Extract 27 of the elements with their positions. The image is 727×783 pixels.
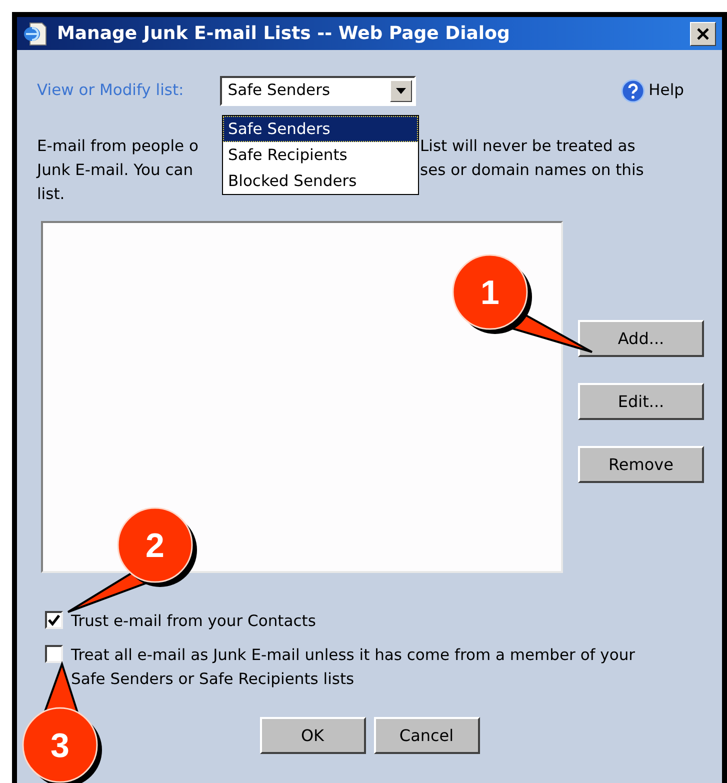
help-icon[interactable] (620, 79, 645, 103)
list-action-button[interactable]: Edit... (578, 383, 704, 420)
window-title: Manage Junk E-mail Lists -- Web Page Dialog (57, 22, 511, 46)
description-text: list. (37, 184, 65, 205)
dropdown-option[interactable]: Safe Recipients (223, 142, 418, 168)
list-action-button[interactable]: Add... (578, 320, 704, 357)
checkbox-label[interactable]: Treat all e-mail as Junk E-mail unless it has come from a member of your Safe Senders or Safe Recipients lists (71, 643, 666, 691)
dropdown-list[interactable]: Safe Senders Safe Recipients Blocked Senders (222, 115, 419, 195)
list-dropdown[interactable]: Safe Senders (220, 76, 416, 106)
browser-page-icon (23, 20, 49, 46)
close-icon (696, 26, 710, 40)
description-text: Junk E-mail. You can (37, 160, 194, 181)
description-text: ses or domain names on this (420, 160, 644, 181)
list-label: View or Modify list: (37, 80, 184, 102)
address-list[interactable] (41, 221, 563, 573)
dropdown-option[interactable]: Safe Senders (223, 116, 418, 142)
description-text: E-mail from people o (37, 136, 198, 157)
checkbox[interactable] (45, 645, 63, 663)
checkbox[interactable] (45, 611, 63, 629)
checkbox-label[interactable]: Trust e-mail from your Contacts (71, 609, 666, 633)
dialog-button[interactable]: OK (260, 717, 366, 754)
dialog-button[interactable]: Cancel (374, 717, 480, 754)
close-button[interactable] (690, 22, 716, 46)
help-link[interactable]: Help (648, 79, 684, 103)
dropdown-option[interactable]: Blocked Senders (223, 168, 418, 194)
description-text: List will never be treated as (420, 136, 636, 157)
list-action-button[interactable]: Remove (578, 446, 704, 483)
